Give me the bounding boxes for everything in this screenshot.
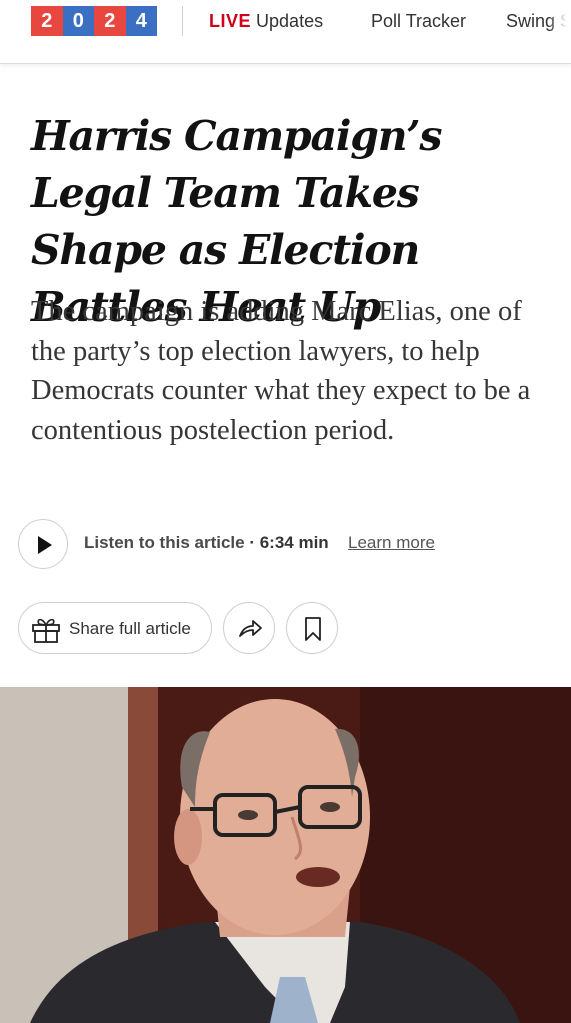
live-updates-label: Updates	[256, 11, 324, 31]
share-arrow-button[interactable]	[223, 602, 275, 654]
photo-illustration	[0, 687, 571, 1023]
listen-label: Listen to this article	[84, 533, 245, 552]
article-photo	[0, 687, 571, 1023]
bookmark-icon	[305, 617, 321, 641]
play-icon	[38, 536, 52, 554]
listen-separator: ·	[244, 533, 260, 552]
share-full-article-button[interactable]: Share full article	[18, 602, 212, 654]
live-label: LIVE	[209, 11, 252, 31]
nav-poll-tracker[interactable]: Poll Tracker	[371, 10, 466, 32]
share-label: Share full article	[69, 619, 191, 638]
listen-info: Listen to this article · 6:34 min	[84, 532, 329, 554]
logo-digit-2: 2	[31, 6, 63, 36]
nav-live-updates[interactable]: LIVE Updates	[209, 10, 323, 32]
audio-duration: 6:34 min	[259, 533, 329, 552]
logo-digit-4: 4	[125, 6, 157, 36]
article-summary: The campaign is adding Marc Elias, one o…	[31, 296, 531, 446]
bookmark-button[interactable]	[286, 602, 338, 654]
share-arrow-icon	[239, 620, 262, 637]
play-audio-button[interactable]	[18, 519, 68, 569]
nav-divider	[182, 6, 183, 36]
logo-digit-0: 0	[62, 6, 94, 36]
gift-icon	[32, 618, 60, 643]
nav-scroll-fade	[549, 0, 571, 40]
learn-more-link[interactable]: Learn more	[348, 532, 435, 554]
election-2024-logo[interactable]: 2 0 2 4	[31, 6, 157, 36]
top-nav: 2 0 2 4 LIVE Updates Poll Tracker Swing …	[0, 0, 571, 64]
logo-digit-2b: 2	[94, 6, 126, 36]
